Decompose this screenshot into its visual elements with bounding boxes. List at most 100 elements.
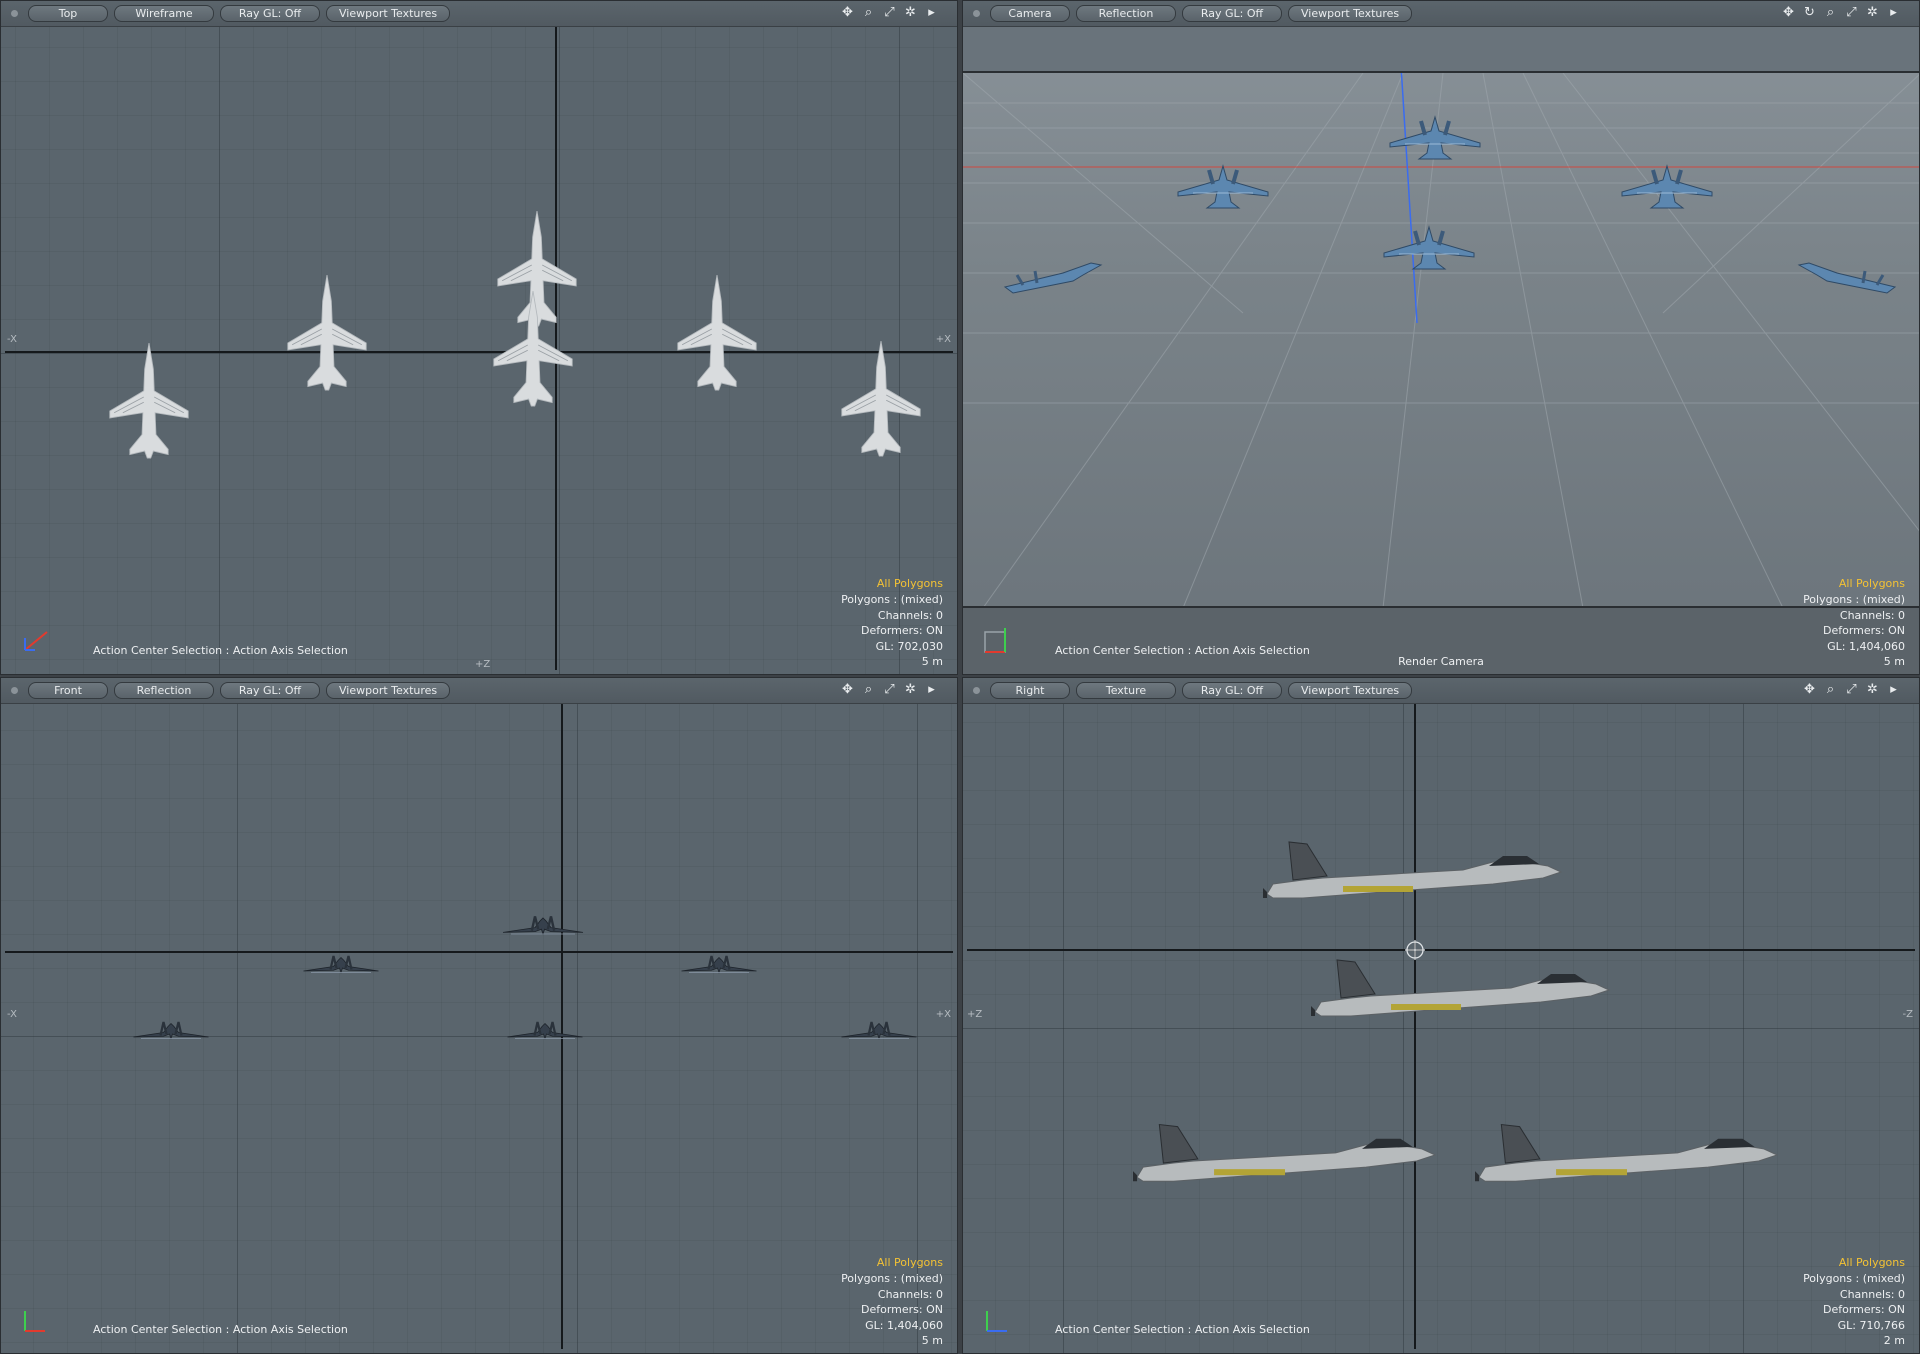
polygons-label: Polygons : (mixed) [1803,593,1905,607]
deformers-label: Deformers: ON [1823,1303,1905,1317]
maximize-icon[interactable]: ⤢ [882,682,897,697]
grid-scale-label: 5 m [1883,655,1905,669]
raygl-button[interactable]: Ray GL: Off [1182,682,1282,699]
settings-icon[interactable]: ✲ [1865,682,1880,697]
view-type-button[interactable]: Camera [990,5,1070,22]
action-center-status: Action Center Selection : Action Axis Se… [93,644,348,657]
jet-model[interactable] [1797,255,1897,299]
jet-model[interactable] [837,1016,921,1046]
expand-arrow-icon[interactable]: ▸ [924,682,939,697]
expand-arrow-icon[interactable]: ▸ [1886,5,1901,20]
selection-mode-label: All Polygons [876,577,943,591]
jet-model[interactable] [1475,1118,1779,1200]
settings-icon[interactable]: ✲ [903,5,918,20]
raygl-button[interactable]: Ray GL: Off [220,682,320,699]
shading-mode-button[interactable]: Reflection [1076,5,1176,22]
jet-model[interactable] [489,291,577,413]
jet-model[interactable] [1003,255,1103,299]
selection-mode-label: All Polygons [1838,577,1905,591]
viewport-toolbar: Camera Reflection Ray GL: Off Viewport T… [963,1,1919,27]
jet-model[interactable] [1377,223,1481,273]
zoom-view-icon[interactable]: ⌕ [1823,5,1838,20]
axis-gizmo-icon [984,628,1006,653]
jet-model[interactable] [1385,109,1485,167]
viewport-menu-dot[interactable] [973,687,980,694]
settings-icon[interactable]: ✲ [1865,5,1880,20]
jet-model[interactable] [501,910,585,942]
move-view-icon[interactable]: ✥ [1781,5,1796,20]
viewport-textures-button[interactable]: Viewport Textures [1288,5,1413,22]
channels-label: Channels: 0 [877,608,943,622]
zoom-view-icon[interactable]: ⌕ [861,682,876,697]
zoom-view-icon[interactable]: ⌕ [861,5,876,20]
maximize-icon[interactable]: ⤢ [882,5,897,20]
view-type-button[interactable]: Top [28,5,108,22]
gl-count-label: GL: 710,766 [1837,1318,1905,1332]
jet-model[interactable] [283,275,371,397]
jet-model[interactable] [129,1016,213,1046]
selection-mode-label: All Polygons [1838,1256,1905,1270]
jet-model[interactable] [105,343,193,465]
move-view-icon[interactable]: ✥ [840,5,855,20]
viewport-top[interactable]: Top Wireframe Ray GL: Off Viewport Textu… [0,0,958,675]
channels-label: Channels: 0 [877,1287,943,1301]
move-view-icon[interactable]: ✥ [840,682,855,697]
maximize-icon[interactable]: ⤢ [1844,5,1859,20]
view-type-button[interactable]: Right [990,682,1070,699]
view-type-button[interactable]: Front [28,682,108,699]
axis-gizmo-icon [986,1311,1007,1332]
axis-gizmo-icon [24,631,48,651]
selection-mode-label: All Polygons [876,1256,943,1270]
shading-mode-button[interactable]: Reflection [114,682,214,699]
action-center-status: Action Center Selection : Action Axis Se… [1055,1323,1310,1336]
x-axis-line [5,951,953,953]
gl-count-label: GL: 1,404,060 [1827,639,1905,653]
expand-arrow-icon[interactable]: ▸ [1886,682,1901,697]
gl-count-label: GL: 702,030 [875,639,943,653]
jet-model[interactable] [1173,161,1273,213]
viewport-info-panel: All Polygons Polygons : (mixed) Channels… [1803,1255,1905,1349]
jet-model[interactable] [1263,836,1563,916]
polygons-label: Polygons : (mixed) [841,593,943,607]
channels-label: Channels: 0 [1839,608,1905,622]
grid-scale-label: 5 m [921,655,943,669]
raygl-button[interactable]: Ray GL: Off [220,5,320,22]
jet-model[interactable] [837,341,925,463]
jet-model[interactable] [299,950,383,980]
raygl-button[interactable]: Ray GL: Off [1182,5,1282,22]
shading-mode-button[interactable]: Wireframe [114,5,214,22]
settings-icon[interactable]: ✲ [903,682,918,697]
jet-model[interactable] [1133,1118,1437,1200]
deformers-label: Deformers: ON [861,1303,943,1317]
maximize-icon[interactable]: ⤢ [1844,682,1859,697]
jet-model[interactable] [677,950,761,980]
jet-model[interactable] [1311,954,1611,1034]
shading-mode-button[interactable]: Texture [1076,682,1176,699]
viewport-right[interactable]: Right Texture Ray GL: Off Viewport Textu… [962,677,1920,1354]
jet-model[interactable] [673,275,761,397]
viewport-menu-dot[interactable] [973,10,980,17]
viewport-textures-button[interactable]: Viewport Textures [326,5,451,22]
viewport-camera[interactable]: Camera Reflection Ray GL: Off Viewport T… [962,0,1920,675]
deformers-label: Deformers: ON [1823,624,1905,638]
deformers-label: Deformers: ON [861,624,943,638]
move-view-icon[interactable]: ✥ [1802,682,1817,697]
axis-gizmo-icon [24,1311,45,1332]
viewport-textures-button[interactable]: Viewport Textures [326,682,451,699]
viewport-textures-button[interactable]: Viewport Textures [1288,682,1413,699]
jet-model[interactable] [503,1016,587,1046]
polygons-label: Polygons : (mixed) [841,1272,943,1286]
grid-scale-label: 2 m [1883,1334,1905,1348]
polygons-label: Polygons : (mixed) [1803,1272,1905,1286]
viewport-menu-dot[interactable] [11,10,18,17]
zoom-view-icon[interactable]: ⌕ [1823,682,1838,697]
expand-arrow-icon[interactable]: ▸ [924,5,939,20]
rotate-view-icon[interactable]: ↻ [1802,5,1817,20]
axis-label-pos-z: +Z [967,1009,983,1020]
axis-label-pos-x: +X [935,1009,951,1020]
jet-model[interactable] [1617,161,1717,213]
viewport-menu-dot[interactable] [11,687,18,694]
viewport-front[interactable]: Front Reflection Ray GL: Off Viewport Te… [0,677,958,1354]
render-camera-label: Render Camera [1398,655,1484,668]
action-center-status: Action Center Selection : Action Axis Se… [93,1323,348,1336]
